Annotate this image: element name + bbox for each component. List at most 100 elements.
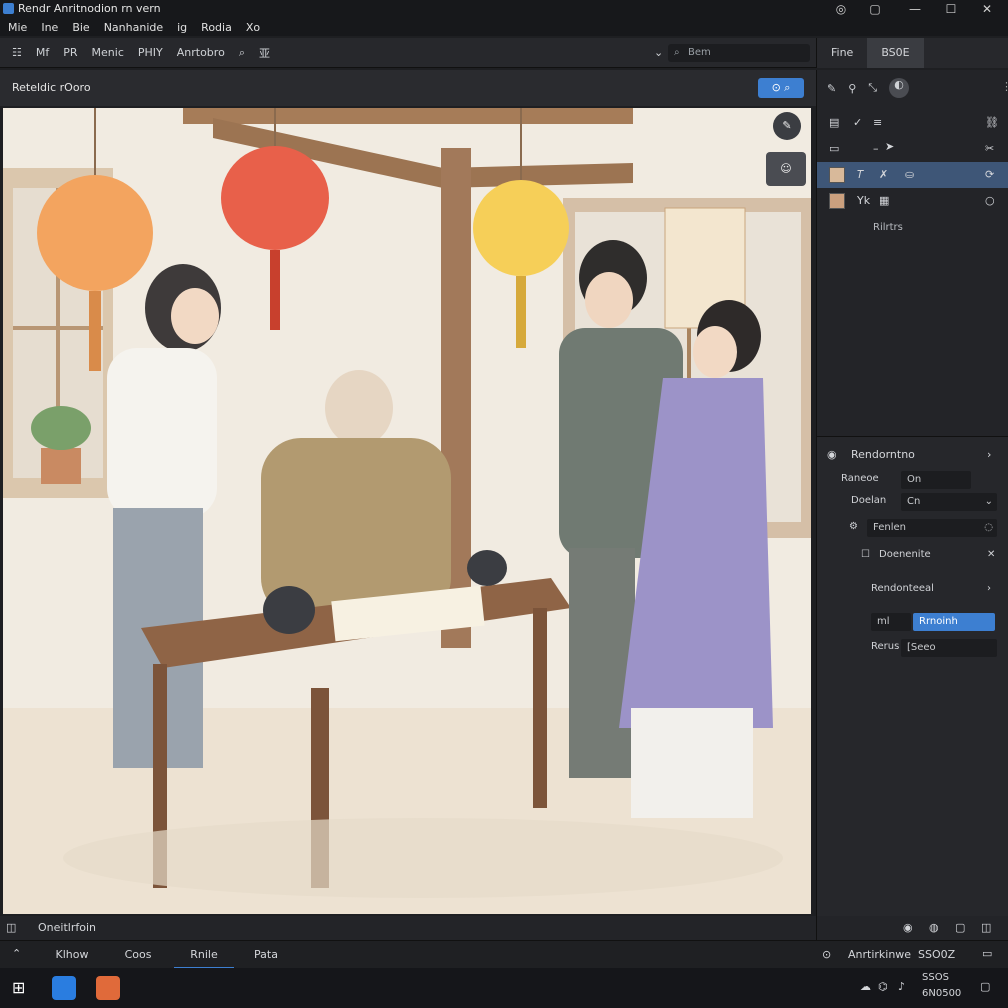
right-bottom-bar: ◉ ◍ ▢ ◫ — [816, 916, 1008, 940]
minimize-button[interactable]: — — [896, 0, 934, 18]
transform-icon[interactable]: ⤡ — [868, 81, 877, 95]
menu-animation[interactable]: Nanhanide — [104, 21, 163, 34]
woman-right-skirt — [631, 708, 753, 818]
woman-left-shirt — [107, 348, 217, 518]
layer-label: ✗ — [879, 168, 889, 181]
prop-label: Raneoe — [841, 473, 879, 484]
prop-dropdown[interactable]: Cn ⌄ — [901, 493, 997, 511]
zoom-button[interactable]: ⊙ ⌕ — [758, 78, 804, 98]
unlink-icon[interactable]: ✂ — [985, 142, 994, 155]
record-icon[interactable]: ◉ — [903, 921, 913, 934]
tab-pata[interactable]: Pata — [242, 941, 290, 969]
status-right: SSO0Z — [918, 948, 956, 961]
tray-cloud-icon[interactable]: ☁ — [860, 980, 871, 993]
mask-icon[interactable]: ◐ — [889, 78, 910, 98]
collapse-up-icon[interactable]: ⌃ — [12, 947, 21, 960]
browser-icon[interactable] — [52, 976, 76, 1000]
os-taskbar: ⊞ ☁ ⌬ ♪ SSOS 6N0500 ▢ — [0, 968, 1008, 1008]
tray-network-icon[interactable]: ⌬ — [878, 980, 888, 993]
prop-row-rerus: Rerus [Seeo — [817, 637, 1008, 659]
toolbar-item-phiy[interactable]: PHIY — [138, 46, 163, 59]
render-canvas[interactable]: ✎ ☺ — [3, 108, 811, 914]
frame-icon[interactable]: ▢ — [955, 921, 965, 934]
chevron-right-icon[interactable]: › — [987, 583, 991, 594]
restore-button[interactable]: ▢ — [856, 0, 894, 18]
tab-coos[interactable]: Coos — [112, 941, 164, 969]
prop-row-fenlen: ⚙ Fenlen ◌ — [817, 517, 1008, 539]
toolbar-item-animation[interactable]: Anrtobro — [177, 46, 225, 59]
menu-extra[interactable]: Xo — [246, 21, 260, 34]
tab-klhow[interactable]: Klhow — [44, 941, 100, 969]
window-title: Rendr Anritnodion rn vern — [18, 2, 161, 15]
maximize-button[interactable]: ☐ — [932, 0, 970, 18]
menu-edit[interactable]: Ine — [41, 21, 58, 34]
dropdown-arrow-icon[interactable]: ⌄ — [654, 46, 663, 59]
panel-toggle-icon[interactable]: ◫ — [6, 921, 16, 934]
notification-icon[interactable]: ▢ — [980, 980, 990, 993]
expand-chevron-icon[interactable]: › — [987, 448, 991, 461]
circle-icon[interactable]: ○ — [985, 194, 995, 207]
camera-icon[interactable]: ◍ — [929, 921, 939, 934]
canvas-footer: ◫ Oneitlrfoin — [0, 916, 816, 940]
bottom-tabs-bar: ⌃ Klhow Coos Rnile Pata ⊙ Anrtirkinwe SS… — [0, 940, 1008, 969]
toggle-right-button[interactable]: Rrnoinh — [913, 613, 995, 631]
layer-label: ≡ — [873, 116, 883, 129]
toolbar-item-pr[interactable]: PR — [63, 46, 77, 59]
menu-view[interactable]: Bie — [72, 21, 89, 34]
menu-bar: Mie Ine Bie Nanhanide ig Rodia Xo — [0, 18, 1008, 36]
layer-label: Yk — [857, 194, 871, 207]
prop-field[interactable]: On — [901, 471, 971, 489]
panel-more-icon[interactable]: ⋮ — [1001, 80, 1008, 93]
close-x-icon[interactable]: ✕ — [987, 549, 995, 560]
app-taskbar-icon[interactable] — [96, 976, 120, 1000]
layer-row[interactable]: ▭ – ➤ ✂ — [817, 136, 1008, 162]
link-icon[interactable]: ⛓ — [985, 116, 999, 129]
toolbar-item-grid[interactable]: 亚 — [259, 45, 270, 61]
pin-button[interactable]: ◎ — [822, 0, 860, 18]
layer-row[interactable]: ▤ ✓ ≡ ⛓ — [817, 110, 1008, 136]
search-icon[interactable]: ⌕ — [239, 46, 245, 60]
prop-value: [Seeo — [907, 642, 936, 653]
edit-overlay-icon[interactable]: ✎ — [773, 112, 801, 140]
settings-icon: ◉ — [827, 448, 837, 461]
man-right-trousers — [569, 548, 635, 778]
checkbox-icon[interactable]: ☐ — [861, 549, 870, 560]
ink-pot — [263, 586, 315, 634]
pin-icon[interactable]: ⚲ — [848, 82, 856, 95]
menu-item-ig[interactable]: ig — [177, 21, 187, 34]
layer-row[interactable]: Yk ▦ ○ — [817, 188, 1008, 214]
layers-stack-icon[interactable]: ◫ — [981, 921, 991, 934]
tray-volume-icon[interactable]: ♪ — [898, 980, 905, 993]
search-placeholder: Bem — [688, 47, 711, 58]
start-menu-icon[interactable]: ⊞ — [12, 978, 25, 997]
toggle-icon: ◌ — [984, 522, 993, 533]
toggle-left-button[interactable]: ml — [871, 613, 911, 631]
tab-bsoe[interactable]: BS0E — [867, 38, 924, 68]
toolbar-item-menu[interactable]: Menic — [92, 46, 124, 59]
toggle-left-label: ml — [877, 616, 890, 627]
prop-label: Rerus — [871, 641, 900, 652]
canvas-title: Reteldic rOoro — [12, 81, 91, 94]
close-button[interactable]: ✕ — [968, 0, 1006, 18]
person-overlay-icon[interactable]: ☺ — [766, 152, 806, 186]
layout-icon[interactable]: ☷ — [12, 46, 22, 59]
properties-title: Rendorntno — [851, 448, 915, 461]
grid-icon: ▦ — [879, 194, 890, 207]
visibility-check-icon[interactable]: ✓ — [853, 116, 862, 129]
prop-field[interactable]: Fenlen ◌ — [867, 519, 997, 537]
brush-icon[interactable]: ✎ — [827, 82, 836, 95]
menu-file[interactable]: Mie — [8, 21, 27, 34]
document-icon: ▤ — [829, 116, 840, 129]
clock-line1: SSOS — [922, 972, 949, 983]
app-icon — [3, 3, 14, 14]
menu-render[interactable]: Rodia — [201, 21, 232, 34]
prop-field[interactable]: [Seeo — [901, 639, 997, 657]
toolbar-item-mf[interactable]: Mf — [36, 46, 49, 59]
search-input[interactable]: ⌕ Bem — [668, 44, 810, 62]
layer-row-selected[interactable]: 𝑇 ✗ ⛀ ⟳ — [817, 162, 1008, 188]
tab-rnile[interactable]: Rnile — [174, 941, 234, 969]
tab-fine[interactable]: Fine — [817, 38, 867, 68]
lock-icon[interactable]: ⟳ — [985, 168, 994, 181]
window-icon[interactable]: ▭ — [982, 947, 992, 960]
plant-pot — [41, 448, 81, 484]
